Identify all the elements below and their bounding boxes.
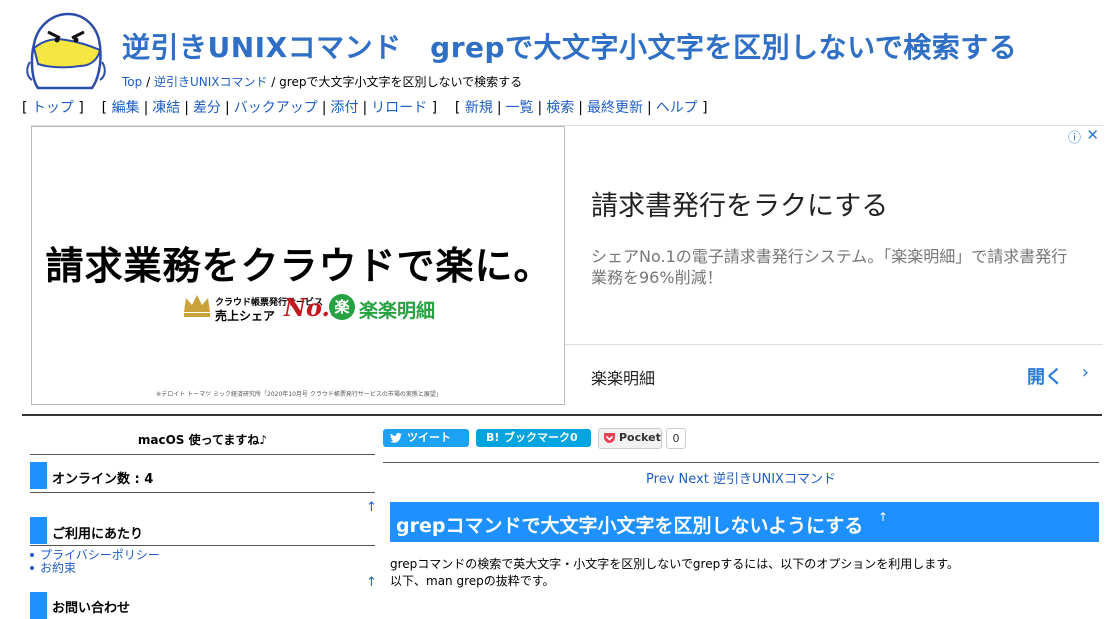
breadcrumb-current: grepで大文字小文字を区別しないで検索する: [279, 75, 523, 89]
pocket-label: Pocket: [619, 431, 661, 444]
next-link[interactable]: Next: [679, 472, 709, 487]
menu-search[interactable]: 検索: [546, 100, 574, 116]
menu-new[interactable]: 新規: [465, 100, 493, 116]
home-link[interactable]: 逆引きUNIXコマンド: [713, 472, 836, 487]
up-arrow-icon[interactable]: ↑: [878, 510, 888, 524]
content-divider: [383, 462, 1099, 463]
page-title[interactable]: 逆引きUNIXコマンド grepで大文字小文字を区別しないで検索する: [122, 26, 1017, 66]
breadcrumb-separator: /: [271, 75, 280, 89]
section-marker: [30, 462, 47, 489]
ad-info-icon[interactable]: ⓘ: [1068, 127, 1081, 146]
article-paragraph: 以下、man grepの抜粋です。: [390, 574, 555, 588]
menu-help[interactable]: ヘルプ: [656, 100, 698, 116]
ad-sponsor: 楽楽明細: [591, 369, 656, 388]
section-marker: [30, 592, 47, 619]
wiki-menu: [ トップ ] [ 編集 | 凍結 | 差分 | バックアップ | 添付 | リロード ] [ 新規…: [22, 100, 708, 116]
up-arrow-icon[interactable]: ↑: [366, 500, 377, 515]
ad-brand-logo: 楽楽明細: [359, 300, 436, 322]
agreement-link[interactable]: お約束: [40, 561, 76, 575]
pocket-icon: [604, 433, 615, 443]
breadcrumb-parent[interactable]: 逆引きUNIXコマンド: [154, 75, 268, 89]
chevron-right-icon[interactable]: ›: [1082, 362, 1089, 383]
privacy-policy-link[interactable]: プライバシーポリシー: [40, 548, 160, 562]
menu-diff[interactable]: 差分: [193, 100, 221, 116]
up-arrow-icon[interactable]: ↑: [366, 575, 377, 590]
hatena-count: 0: [570, 431, 578, 444]
bullet-icon: [30, 552, 34, 557]
hatena-b-icon: B!: [486, 431, 500, 444]
article-paragraph: grepコマンドの検索で英大文字・小文字を区別しないでgrepするには、以下のオ…: [390, 557, 960, 571]
article-heading-box: grepコマンドで大文字小文字を区別しないようにする ↑: [390, 502, 1099, 542]
usage-links: プライバシーポリシー お約束: [30, 549, 160, 575]
advertisement[interactable]: 請求業務をクラウドで楽に。 クラウド帳票発行サービス 売上シェア No.1 楽 …: [31, 125, 1103, 405]
ad-headline: 請求業務をクラウドで楽に。: [45, 244, 553, 288]
ad-divider: [565, 344, 1103, 345]
sidebar-divider: [30, 454, 375, 455]
ad-open-button[interactable]: 開く: [1027, 363, 1063, 389]
ad-title[interactable]: 請求書発行をラクにする: [591, 184, 888, 223]
ad-close-icon[interactable]: ✕: [1086, 126, 1099, 144]
pocket-button[interactable]: Pocket: [598, 428, 662, 449]
ad-footnote: ※デロイト トーマツ ミック経済研究所「2020年10月号 クラウド帳票発行サー…: [156, 391, 442, 398]
online-count-box: オンライン数 : 4: [30, 462, 375, 489]
list-item: お約束: [30, 562, 160, 575]
pocket-count: 0: [666, 428, 686, 449]
menu-attach[interactable]: 添付: [330, 100, 358, 116]
bullet-icon: [30, 565, 34, 570]
tweet-button[interactable]: ツイート: [383, 429, 469, 447]
breadcrumb-top[interactable]: Top: [122, 75, 142, 89]
next-section-header: お問い合わせ: [30, 592, 375, 619]
tweet-label: ツイート: [407, 431, 451, 444]
menu-recent[interactable]: 最終更新: [587, 100, 643, 116]
penguin-logo[interactable]: [24, 10, 108, 92]
menu-top[interactable]: トップ: [32, 100, 74, 116]
page-nav: Prev Next 逆引きUNIXコマンド: [383, 468, 1099, 487]
ad-share-label: 売上シェア: [215, 309, 276, 323]
rakuraku-logo-icon: 楽: [329, 294, 355, 320]
sidebar-divider: [30, 545, 375, 546]
sidebar-divider: [30, 492, 375, 493]
online-count: オンライン数 : 4: [52, 472, 154, 487]
article-heading: grepコマンドで大文字小文字を区別しないようにする: [396, 515, 864, 537]
ad-banner-image[interactable]: 請求業務をクラウドで楽に。 クラウド帳票発行サービス 売上シェア No.1 楽 …: [31, 126, 565, 405]
ad-description: シェアNo.1の電子請求書発行システム。「楽楽明細」で請求書発行業務を96%削減…: [591, 247, 1068, 287]
os-notice: macOS 使ってますね♪: [137, 433, 268, 447]
hatena-label: ブックマーク: [504, 431, 570, 444]
twitter-bird-icon: [390, 433, 402, 443]
header-divider: [22, 414, 1102, 416]
breadcrumb: Top / 逆引きUNIXコマンド / grepで大文字小文字を区別しないで検索…: [122, 73, 522, 90]
usage-section-title: ご利用にあたり: [52, 527, 144, 542]
hatena-bookmark-button[interactable]: B! ブックマーク 0: [476, 429, 591, 447]
menu-list[interactable]: 一覧: [506, 100, 534, 116]
menu-backup[interactable]: バックアップ: [234, 100, 318, 116]
section-marker: [30, 517, 47, 544]
ad-text-panel[interactable]: ⓘ ✕ 請求書発行をラクにする シェアNo.1の電子請求書発行システム。「楽楽明…: [565, 126, 1103, 405]
menu-reload[interactable]: リロード: [371, 100, 427, 116]
breadcrumb-separator: /: [146, 75, 154, 89]
prev-link[interactable]: Prev: [646, 472, 674, 487]
usage-section-header: ご利用にあたり: [30, 517, 375, 544]
crown-icon: [184, 295, 210, 317]
menu-freeze[interactable]: 凍結: [152, 100, 180, 116]
menu-edit[interactable]: 編集: [112, 100, 140, 116]
